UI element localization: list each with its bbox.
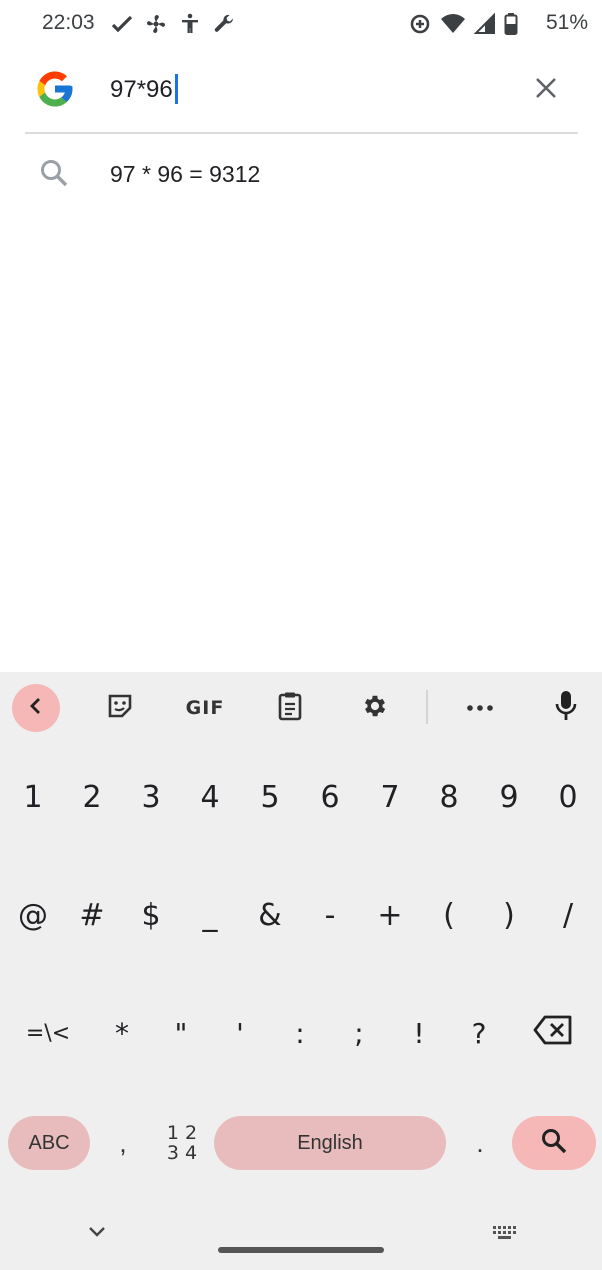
numpad-top: 1 2 (166, 1122, 198, 1144)
key[interactable]: 2 (64, 752, 120, 842)
hide-keyboard-button[interactable] (82, 1220, 112, 1249)
key[interactable]: 3 (123, 752, 179, 842)
status-left-icons (110, 12, 236, 36)
close-icon (535, 77, 557, 104)
signal-icon (474, 12, 496, 36)
data-saver-icon (408, 12, 432, 36)
numpad-key[interactable]: 1 2 3 4 (156, 1116, 208, 1170)
key[interactable]: " (153, 988, 209, 1078)
key[interactable]: ' (212, 988, 268, 1078)
fan-icon (144, 12, 168, 36)
search-divider (25, 132, 578, 134)
key[interactable]: # (64, 870, 120, 960)
keyboard-switch-button[interactable] (490, 1220, 520, 1249)
search-icon (38, 157, 70, 194)
text-cursor (175, 74, 178, 104)
key[interactable]: _ (182, 870, 238, 960)
key[interactable]: 4 (182, 752, 238, 842)
search-input[interactable] (110, 73, 510, 107)
clear-button[interactable] (528, 72, 564, 108)
key[interactable]: ? (451, 988, 507, 1078)
check-icon (110, 12, 134, 36)
key[interactable]: ; (331, 988, 387, 1078)
toolbar-divider (426, 690, 428, 724)
clipboard-icon (276, 691, 304, 726)
key[interactable]: ) (481, 870, 537, 960)
more-symbols-key[interactable]: =\< (20, 988, 76, 1078)
key[interactable]: 7 (362, 752, 418, 842)
key[interactable]: ! (391, 988, 447, 1078)
gear-icon (361, 692, 389, 725)
more-button[interactable] (456, 684, 504, 732)
key[interactable]: - (302, 870, 358, 960)
key[interactable]: @ (5, 870, 61, 960)
key[interactable]: 5 (242, 752, 298, 842)
clipboard-button[interactable] (266, 684, 314, 732)
keyboard: GIF 1 2 3 4 5 6 7 8 9 0 @ # $ _ & - + (… (0, 672, 602, 1270)
google-logo (34, 68, 76, 110)
sticker-icon (105, 691, 135, 726)
chevron-down-icon (82, 1227, 112, 1248)
search-action-key[interactable] (512, 1116, 596, 1170)
battery-percent: 51% (545, 11, 588, 34)
space-key[interactable]: English (214, 1116, 446, 1170)
status-bar: 22:03 51% (0, 0, 602, 48)
mic-icon (554, 690, 578, 727)
gif-label: GIF (185, 697, 225, 719)
battery-icon (504, 12, 518, 36)
more-icon (466, 699, 494, 717)
backspace-icon (533, 1015, 573, 1052)
status-right-icons (408, 12, 518, 36)
wifi-icon (440, 12, 466, 36)
key[interactable]: 9 (481, 752, 537, 842)
settings-button[interactable] (351, 684, 399, 732)
wrench-icon (212, 12, 236, 36)
search-icon (540, 1127, 568, 1160)
suggestion-text: 97 * 96 = 9312 (110, 161, 261, 187)
back-icon (26, 696, 46, 721)
home-handle[interactable] (218, 1247, 384, 1253)
period-key[interactable]: . (458, 1116, 502, 1170)
backspace-key[interactable] (520, 988, 586, 1078)
key[interactable]: $ (123, 870, 179, 960)
comma-key[interactable]: , (100, 1116, 146, 1170)
key[interactable]: 8 (421, 752, 477, 842)
status-time: 22:03 (42, 11, 95, 34)
abc-key[interactable]: ABC (8, 1116, 90, 1170)
key[interactable]: & (242, 870, 298, 960)
key[interactable]: 6 (302, 752, 358, 842)
key[interactable]: / (540, 870, 596, 960)
key[interactable]: ( (421, 870, 477, 960)
suggestion-row[interactable]: 97 * 96 = 9312 (0, 145, 602, 205)
navigation-bar (0, 1212, 602, 1270)
key[interactable]: : (272, 988, 328, 1078)
toolbar-back-button[interactable] (12, 684, 60, 732)
gif-button[interactable]: GIF (181, 684, 229, 732)
mic-button[interactable] (542, 684, 590, 732)
key[interactable]: 1 (5, 752, 61, 842)
keyboard-toolbar: GIF (0, 672, 602, 744)
key[interactable]: * (94, 988, 150, 1078)
accessibility-icon (178, 12, 202, 36)
keyboard-icon (490, 1226, 520, 1248)
key[interactable]: + (362, 870, 418, 960)
key[interactable]: 0 (540, 752, 596, 842)
numpad-bottom: 3 4 (166, 1142, 198, 1164)
sticker-button[interactable] (96, 684, 144, 732)
